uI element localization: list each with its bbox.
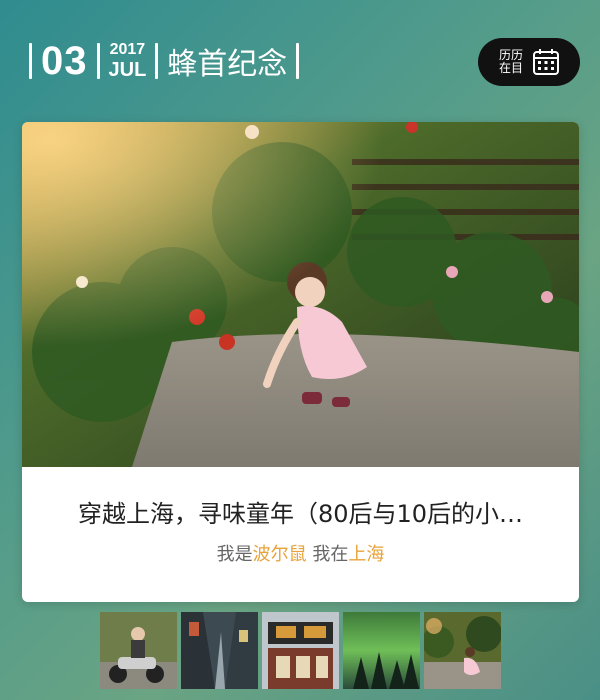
day-number: 03 (41, 39, 88, 83)
thumbnail-scooter-image (100, 612, 177, 689)
thumbnail-alley-image (181, 612, 258, 689)
thumbnail-shopfront[interactable] (262, 612, 339, 689)
thumbnail-shopfront-image (262, 612, 339, 689)
story-card[interactable]: 穿越上海，寻味童年（80后与10后的小… 我是波尔鼠 我在上海 (22, 122, 579, 602)
story-meta: 我是波尔鼠 我在上海 (22, 540, 579, 566)
thumbnail-alley[interactable] (181, 612, 258, 689)
calendar-icon (533, 49, 559, 75)
divider (296, 43, 300, 79)
meta-middle: 我在 (312, 544, 349, 565)
divider (155, 43, 159, 79)
thumbnail-scooter[interactable] (100, 612, 177, 689)
cover-photo (22, 122, 579, 467)
calendar-button[interactable]: 历历 在目 (478, 38, 580, 86)
month-label: JUL (108, 59, 147, 81)
divider (96, 43, 100, 79)
page-title: 蜂首纪念 (167, 47, 288, 82)
year-label: 2017 (109, 41, 146, 58)
thumbnail-aurora[interactable] (343, 612, 420, 689)
location-link[interactable]: 上海 (348, 544, 384, 565)
year-month: 2017 JUL (108, 41, 147, 81)
thumbnail-strip (100, 612, 501, 689)
calendar-button-label: 历历 在目 (497, 49, 525, 75)
author-link[interactable]: 波尔鼠 (253, 544, 307, 565)
divider (29, 43, 32, 79)
story-title[interactable]: 穿越上海，寻味童年（80后与10后的小… (38, 494, 563, 529)
thumbnail-garden-child-image (424, 612, 501, 689)
date-header: 03 2017 JUL 蜂首纪念 (20, 36, 308, 86)
meta-prefix: 我是 (216, 544, 253, 565)
thumbnail-garden-child[interactable] (424, 612, 501, 689)
calendar-label-line1: 历历 (498, 48, 523, 62)
thumbnail-aurora-image (343, 612, 420, 689)
calendar-label-line2: 在目 (498, 61, 523, 75)
